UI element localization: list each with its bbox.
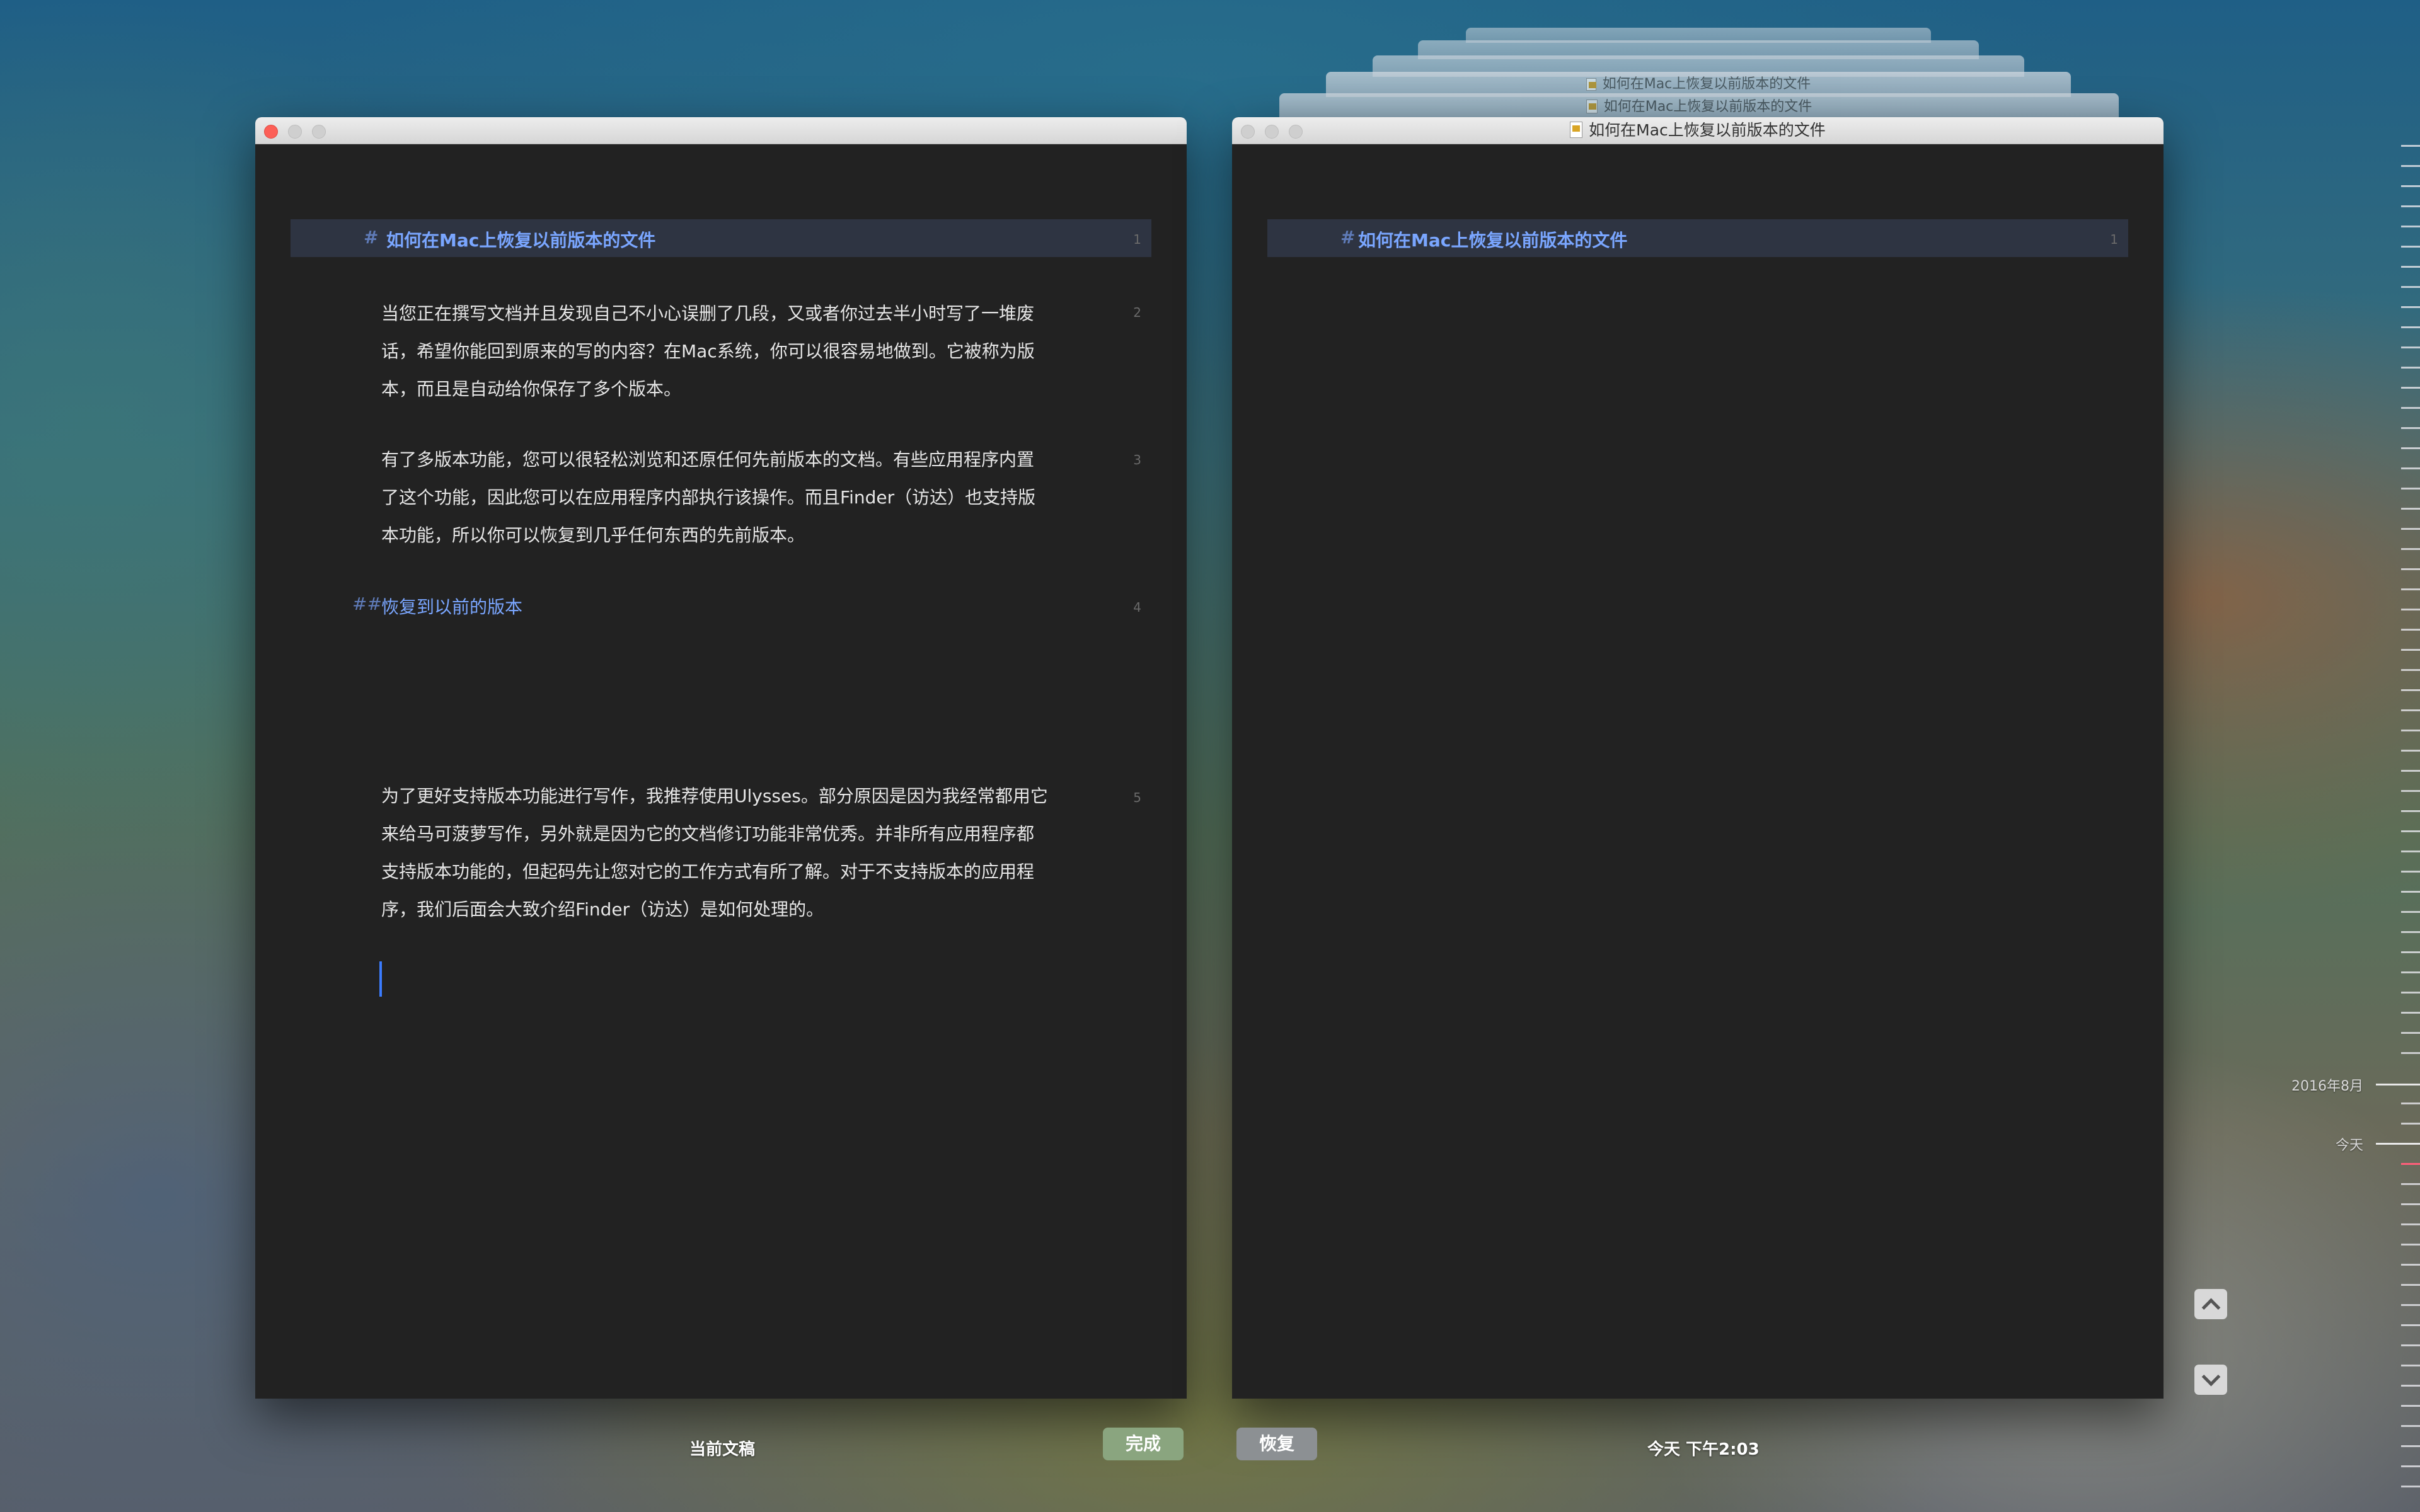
version-timeline[interactable] [2332,0,2420,1512]
text-cursor [379,961,382,997]
document-heading[interactable]: 如何在Mac上恢复以前版本的文件 [386,227,655,252]
line-number: 2 [1133,305,1141,320]
paragraph[interactable]: 为了更好支持版本功能进行写作，我推荐使用Ulysses。部分原因是因为我经常都用… [381,777,1049,929]
zoom-button[interactable] [312,125,326,139]
heading-marker: # [364,227,379,248]
done-button[interactable]: 完成 [1103,1428,1184,1460]
heading-marker: ## [352,593,382,614]
version-stack-title: 如何在Mac上恢复以前版本的文件 [1603,99,1812,115]
restore-button[interactable]: 恢复 [1236,1428,1317,1460]
heading-marker: # [1340,227,1356,248]
line-number: 5 [1133,790,1141,805]
document-icon [1586,78,1596,91]
newer-version-button[interactable] [2194,1289,2227,1319]
close-button[interactable] [264,125,278,139]
window-title: 如何在Mac上恢复以前版本的文件 [1232,117,2164,144]
timeline-tick-selected[interactable] [2401,1163,2420,1165]
line-number: 1 [2110,232,2118,247]
current-document-window: # 如何在Mac上恢复以前版本的文件 1 当您正在撰写文档并且发现自己不小心误删… [255,117,1187,1399]
document-icon [1570,122,1583,138]
chevron-up-icon [2201,1298,2221,1317]
timeline-tick-today[interactable] [2376,1143,2420,1145]
current-document-label: 当前文稿 [689,1440,756,1459]
section-heading[interactable]: 恢复到以前的版本 [381,593,522,619]
line-number: 3 [1133,452,1141,467]
timeline-today-label: 今天 [2336,1138,2364,1154]
document-icon [1586,100,1598,113]
line-number: 4 [1133,600,1141,615]
chevron-down-icon [2201,1367,2221,1387]
previous-version-window: 如何在Mac上恢复以前版本的文件 # 如何在Mac上恢复以前版本的文件 1 [1232,117,2164,1399]
window-title-text: 如何在Mac上恢复以前版本的文件 [1589,121,1826,139]
document-heading[interactable]: 如何在Mac上恢复以前版本的文件 [1358,227,1627,252]
paragraph[interactable]: 有了多版本功能，您可以很轻松浏览和还原任何先前版本的文档。有些应用程序内置了这个… [381,441,1049,554]
version-timestamp: 今天 下午2:03 [1647,1440,1760,1459]
titlebar: 如何在Mac上恢复以前版本的文件 [1232,117,2164,144]
titlebar [255,117,1187,144]
line-number: 1 [1133,232,1141,247]
paragraph[interactable]: 当您正在撰写文档并且发现自己不小心误删了几段，又或者你过去半小时写了一堆废话，希… [381,295,1049,408]
older-version-button[interactable] [2194,1365,2227,1395]
minimize-button[interactable] [288,125,302,139]
version-stack-title: 如何在Mac上恢复以前版本的文件 [1602,76,1811,92]
timeline-tick-month[interactable] [2376,1084,2420,1085]
timeline-month-label: 2016年8月 [2291,1079,2363,1094]
